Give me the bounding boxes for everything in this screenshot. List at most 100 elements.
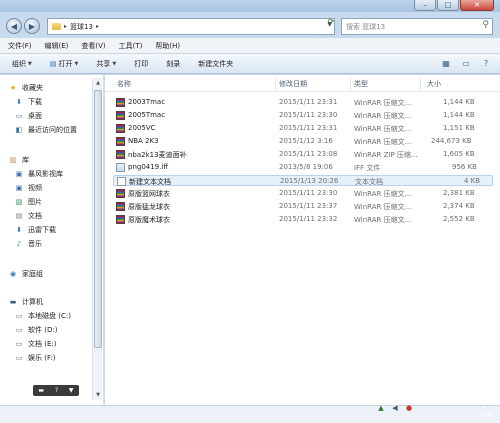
search-icon[interactable]: ⚲ [482,20,489,30]
window-controls: – □ ✕ [414,0,494,12]
nav-desktop[interactable]: ▭ 桌面 [14,111,42,121]
open-button[interactable]: ▤ 打开 ▼ [50,59,78,69]
breadcrumb-folder[interactable]: 篮球13 [70,22,93,32]
open-label: 打开 [58,59,73,68]
pictures-icon: ▨ [15,198,23,206]
nav-drive-c[interactable]: ▭ 本地磁盘 (C:) [14,311,71,321]
forward-button[interactable]: ▶ [24,18,40,34]
file-row[interactable]: nba2k13麦迪面补 2015/1/11 23:08 WinRAR ZIP 压… [113,149,493,160]
chevron-down-icon: ▼ [112,60,117,67]
clock-line-2: 201 [482,412,494,419]
nav-videos[interactable]: ▣ 视频 [14,183,42,193]
video-library-icon: ▣ [15,170,23,178]
column-type[interactable]: 类型 [354,79,368,89]
nav-computer[interactable]: ▬ 计算机 [8,297,43,307]
nav-documents[interactable]: ▤ 文档 [14,211,42,221]
nav-drive-e[interactable]: ▭ 文档 (E:) [14,339,57,349]
xunlei-download-icon: ⬇ [16,226,22,234]
chevron-right-icon[interactable]: ▸ [96,23,99,30]
nav-music[interactable]: ♪ 音乐 [14,239,42,249]
file-list: 名称 修改日期 类型 大小 2003Tmac 2015/1/11 23:31 W… [105,75,500,405]
scroll-up-icon[interactable]: ▲ [93,78,103,88]
image-file-icon [116,163,125,172]
file-row[interactable]: NBA 2K3 2015/1/12 3:16 WinRAR 压缩文... 244… [113,136,493,147]
maximize-button[interactable]: □ [437,0,459,11]
nav-label: 最近访问的位置 [28,126,77,134]
rar-icon [116,215,125,224]
column-header-row: 名称 修改日期 类型 大小 [105,75,500,92]
file-row[interactable]: 原版魔术球衣 2015/1/11 23:32 WinRAR 压缩文... 2,5… [113,214,493,225]
chevron-down-icon[interactable]: ▼ [69,387,74,394]
file-row-selected[interactable]: 新建文本文档 2015/1/13 20:26 文本文档 4 KB [113,175,493,186]
view-options-icon[interactable]: ▦ [440,58,452,69]
print-button[interactable]: 打印 [134,59,148,69]
column-name[interactable]: 名称 [117,79,131,89]
nav-homegroup[interactable]: ◉ 家庭组 [8,269,43,279]
chevron-down-icon: ▼ [74,60,79,67]
nav-label: 迅雷下载 [28,226,56,234]
documents-icon: ▤ [15,212,23,220]
pane-icon[interactable]: ▬ [38,387,44,394]
file-row[interactable]: 2003Tmac 2015/1/11 23:31 WinRAR 压缩文... 1… [113,97,493,108]
menu-tools[interactable]: 工具(T) [119,41,143,51]
column-divider[interactable] [350,77,351,90]
nav-scrollbar[interactable]: ▲ ▼ [92,78,102,400]
help-icon[interactable]: ? [55,387,58,394]
chevron-right-icon[interactable]: ▸ [64,23,67,30]
new-folder-label: 新建文件夹 [198,59,234,68]
nav-label: 家庭组 [22,270,43,278]
volume-icon[interactable]: ◀ [390,403,400,413]
help-icon[interactable]: ? [480,58,492,69]
menu-edit[interactable]: 编辑(E) [45,41,69,51]
back-button[interactable]: ◀ [6,18,22,34]
nav-libraries[interactable]: ▥ 库 [8,155,29,165]
file-row[interactable]: png0419.iff 2013/5/8 19:06 IFF 文件 956 KB [113,162,493,173]
taskbar-clock[interactable]: 1 201 [482,402,493,420]
view-controls: ▦ ▭ ? [440,58,492,69]
preview-pane-icon[interactable]: ▭ [460,58,472,69]
print-label: 打印 [134,59,149,68]
organize-button[interactable]: 组织 ▼ [12,59,32,69]
video-icon: ▣ [15,184,23,192]
new-folder-button[interactable]: 新建文件夹 [198,59,233,69]
nav-drive-f[interactable]: ▭ 娱乐 (F:) [14,353,56,363]
file-row[interactable]: 2005VC 2015/1/11 23:31 WinRAR 压缩文... 1,1… [113,123,493,134]
clock-line-1: 1 [482,403,486,410]
nav-xunlei[interactable]: ⬇ 迅雷下载 [14,225,56,235]
address-bar[interactable]: ▸ 篮球13 ▸ ▼ [47,18,335,35]
command-bar: 组织 ▼ ▤ 打开 ▼ 共享 ▼ 打印 刻录 新建文件夹 ▦ ▭ ? [0,54,500,74]
share-label: 共享 [96,59,111,68]
nav-label: 文档 [28,212,42,220]
close-button[interactable]: ✕ [460,0,494,11]
nav-recent[interactable]: ◧ 最近访问的位置 [14,125,77,135]
folder-icon [52,23,61,30]
explorer-window: – □ ✕ ◀ ▶ ▸ 篮球13 ▸ ▼ ⟳ 搜索 篮球13 ⚲ 文件(F) 编… [0,0,500,423]
refresh-icon[interactable]: ⟳ [325,15,337,28]
nav-video-lib[interactable]: ▣ 暴风影视库 [14,169,63,179]
column-divider[interactable] [275,77,276,90]
column-size[interactable]: 大小 [427,79,441,89]
share-button[interactable]: 共享 ▼ [96,59,116,69]
nav-pictures[interactable]: ▨ 图片 [14,197,42,207]
menu-view[interactable]: 查看(V) [81,41,105,51]
menu-file[interactable]: 文件(F) [8,41,32,51]
column-date[interactable]: 修改日期 [279,79,307,89]
menu-help[interactable]: 帮助(H) [155,41,180,51]
nav-downloads[interactable]: ⬇ 下载 [14,97,42,107]
file-row[interactable]: 2005Tmac 2015/1/11 23:30 WinRAR 压缩文... 1… [113,110,493,121]
rar-icon [116,137,125,146]
file-row[interactable]: 原版猛龙球衣 2015/1/11 23:37 WinRAR 压缩文... 2,3… [113,201,493,212]
minimize-button[interactable]: – [414,0,436,11]
scroll-thumb[interactable] [94,90,102,348]
nav-drive-d[interactable]: ▭ 软件 (D:) [14,325,58,335]
scroll-down-icon[interactable]: ▼ [93,390,103,400]
rar-icon [116,150,125,159]
column-divider[interactable] [420,77,421,90]
burn-button[interactable]: 刻录 [166,59,180,69]
nav-label: 库 [22,156,29,164]
file-row[interactable]: 原版篮网球衣 2015/1/11 23:30 WinRAR 压缩文... 2,3… [113,188,493,199]
tray-app-icon[interactable]: ● [404,403,414,413]
nav-favorites[interactable]: ★ 收藏夹 [8,83,43,93]
search-input[interactable]: 搜索 篮球13 ⚲ [341,18,493,35]
network-icon[interactable]: ▲ [376,403,386,413]
